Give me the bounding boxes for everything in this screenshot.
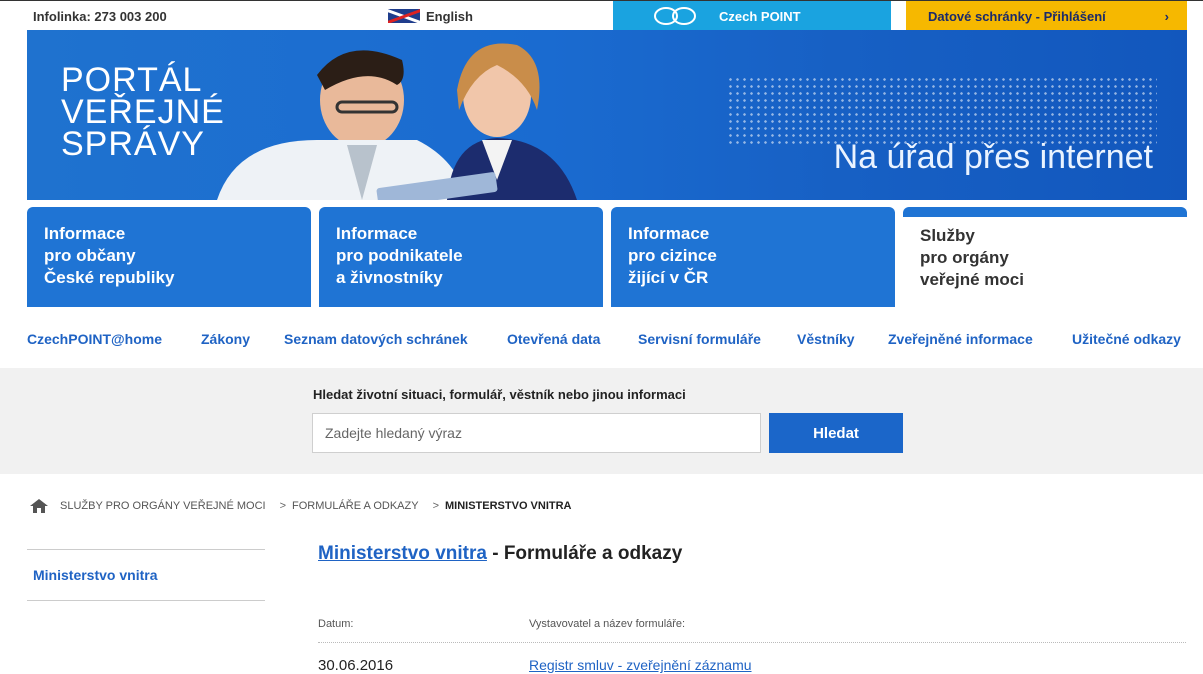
language-switch[interactable]: English bbox=[388, 7, 473, 25]
subnav-vestniky[interactable]: Věstníky bbox=[797, 331, 855, 347]
search-input[interactable] bbox=[312, 413, 761, 453]
tab-label: Informace bbox=[336, 224, 418, 243]
hotline-text: Infolinka: 273 003 200 bbox=[33, 9, 167, 24]
tab-label: pro podnikatele bbox=[336, 246, 463, 265]
language-label: English bbox=[426, 8, 473, 24]
portal-title-line: SPRÁVY bbox=[61, 125, 205, 163]
tab-podnikatele[interactable]: Informace pro podnikatele a živnostníky bbox=[319, 207, 603, 307]
subnav-zakony[interactable]: Zákony bbox=[201, 331, 250, 347]
tab-label: Služby bbox=[920, 226, 975, 245]
search-band: Hledat životní situaci, formulář, věstní… bbox=[0, 368, 1203, 474]
search-button[interactable]: Hledat bbox=[769, 413, 903, 453]
subnav-servisni-formulare[interactable]: Servisní formuláře bbox=[638, 331, 761, 347]
sidebar-item-ministerstvo-vnitra[interactable]: Ministerstvo vnitra bbox=[33, 567, 157, 583]
breadcrumb-item[interactable]: SLUŽBY PRO ORGÁNY VEŘEJNÉ MOCI bbox=[60, 500, 266, 512]
tab-label: České republiky bbox=[44, 268, 175, 287]
sidebar: Ministerstvo vnitra bbox=[27, 549, 265, 601]
column-header-name: Vystavovatel a název formuláře: bbox=[529, 618, 686, 630]
czechpoint-link[interactable]: Czech POINT bbox=[613, 1, 891, 31]
czechpoint-logo-icon bbox=[653, 5, 707, 27]
breadcrumb: SLUŽBY PRO ORGÁNY VEŘEJNÉ MOCI > FORMULÁ… bbox=[30, 496, 572, 516]
tab-organy-verejne-moci[interactable]: Služby pro orgány veřejné moci bbox=[903, 207, 1187, 307]
hero-banner: PORTÁL VEŘEJNÉ SPRÁVY Na úřad přes inter… bbox=[27, 30, 1187, 200]
tab-label: Informace bbox=[44, 224, 126, 243]
table-divider bbox=[318, 642, 1186, 643]
sub-navigation: CzechPOINT@home Zákony Seznam datových s… bbox=[0, 320, 1203, 360]
breadcrumb-item[interactable]: FORMULÁŘE A ODKAZY bbox=[292, 500, 419, 512]
breadcrumb-separator: > bbox=[279, 500, 287, 512]
tab-label: veřejné moci bbox=[920, 270, 1024, 289]
breadcrumb-current: MINISTERSTVO VNITRA bbox=[445, 500, 572, 512]
tab-label: pro orgány bbox=[920, 248, 1009, 267]
portal-title: PORTÁL VEŘEJNÉ SPRÁVY bbox=[61, 61, 225, 163]
search-label: Hledat životní situaci, formulář, věstní… bbox=[313, 387, 686, 402]
portal-title-line: VEŘEJNÉ bbox=[61, 93, 225, 131]
home-icon[interactable] bbox=[30, 499, 48, 513]
datove-schranky-label: Datové schránky - Přihlášení bbox=[928, 8, 1106, 24]
tab-cizinci[interactable]: Informace pro cizince žijící v ČR bbox=[611, 207, 895, 307]
czechpoint-label: Czech POINT bbox=[719, 8, 801, 24]
flag-uk-icon bbox=[388, 9, 420, 23]
tab-label: žijící v ČR bbox=[628, 268, 709, 287]
audience-tabs: Informace pro občany České republiky Inf… bbox=[27, 207, 1187, 307]
people-photo bbox=[217, 43, 577, 200]
subnav-seznam-datovych-schranek[interactable]: Seznam datových schránek bbox=[284, 331, 468, 347]
subnav-czechpoint-home[interactable]: CzechPOINT@home bbox=[27, 331, 162, 347]
tab-label: a živnostníky bbox=[336, 268, 443, 287]
table-row-date: 30.06.2016 bbox=[318, 657, 394, 674]
subnav-uzitecne-odkazy[interactable]: Užitečné odkazy bbox=[1072, 331, 1181, 347]
subnav-otevrena-data[interactable]: Otevřená data bbox=[507, 331, 600, 347]
subnav-zverejnene-informace[interactable]: Zveřejněné informace bbox=[888, 331, 1033, 347]
portal-title-line: PORTÁL bbox=[61, 61, 203, 99]
banner-tagline: Na úřad přes internet bbox=[833, 138, 1153, 176]
tab-label: pro občany bbox=[44, 246, 136, 265]
column-header-date: Datum: bbox=[318, 618, 354, 630]
page-title-rest: - Formuláře a odkazy bbox=[486, 543, 683, 564]
breadcrumb-separator: > bbox=[432, 500, 439, 512]
page-title-link[interactable]: Ministerstvo vnitra bbox=[318, 543, 487, 564]
top-strip: Infolinka: 273 003 200 English Czech POI… bbox=[0, 0, 1203, 31]
datove-schranky-login[interactable]: Datové schránky - Přihlášení › bbox=[906, 1, 1187, 31]
tab-label: Informace bbox=[628, 224, 710, 243]
tab-obcane[interactable]: Informace pro občany České republiky bbox=[27, 207, 311, 307]
page-title: Ministerstvo vnitra - Formuláře a odkazy bbox=[318, 543, 682, 565]
chevron-right-icon: › bbox=[1164, 8, 1169, 24]
tab-label: pro cizince bbox=[628, 246, 717, 265]
